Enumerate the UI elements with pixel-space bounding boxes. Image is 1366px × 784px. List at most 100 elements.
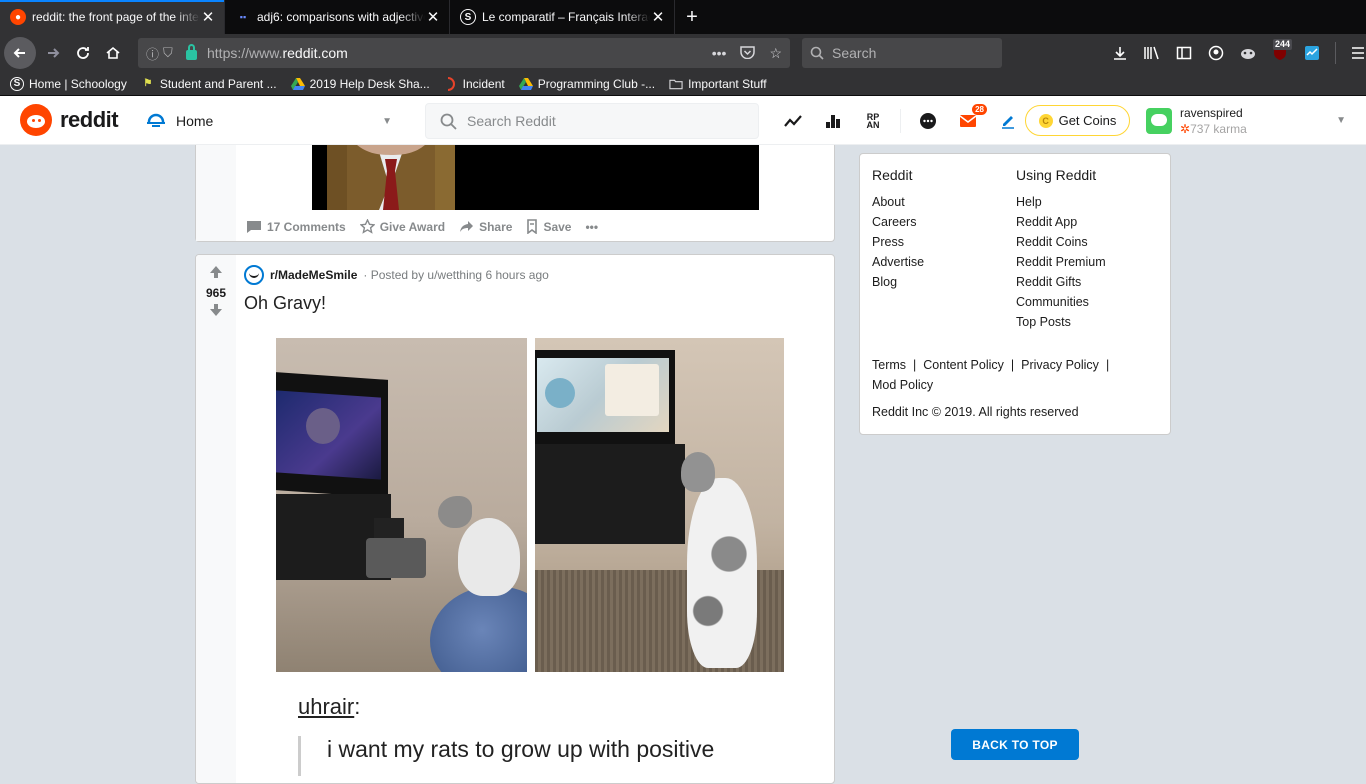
reload-icon (77, 47, 89, 59)
home-label: Home (176, 113, 214, 129)
browser-search-bar[interactable]: Search (802, 38, 1002, 68)
mail-badge: 28 (972, 104, 987, 115)
ublock-icon[interactable]: 244 (1264, 34, 1296, 72)
user-dropdown[interactable]: ravenspired ✲737 karma ▼ (1146, 104, 1346, 138)
rpan-icon[interactable]: RP AN (860, 108, 886, 134)
image-quote: i want my rats to grow up with positive (298, 736, 714, 776)
url-bar[interactable]: ⓘ ⛉ https://www.reddit.com ••• ☆ (138, 38, 790, 68)
link-top-posts[interactable]: Top Posts (1016, 312, 1106, 332)
link-reddit-premium[interactable]: Reddit Premium (1016, 252, 1106, 272)
download-icon[interactable] (1104, 34, 1136, 72)
tab-schoology[interactable]: S Le comparatif – Français Interactif ✕ (450, 0, 675, 34)
bookmark-student-parent[interactable]: ⚑ Student and Parent ... (141, 77, 276, 91)
hamburger-menu-icon[interactable] (1342, 34, 1366, 72)
link-reddit-app[interactable]: Reddit App (1016, 212, 1106, 232)
comments-button[interactable]: 17 Comments (244, 218, 348, 236)
browser-nav-bar: ⓘ ⛉ https://www.reddit.com ••• ☆ Search (0, 34, 1366, 72)
create-post-icon[interactable] (995, 108, 1021, 134)
pocket-icon[interactable] (740, 45, 756, 62)
post-card[interactable]: 965 r/MadeMeSmile · Posted by u/wetthing… (195, 254, 835, 784)
tab-title: reddit: the front page of the internet (32, 10, 200, 24)
search-icon (440, 113, 457, 130)
link-communities[interactable]: Communities (1016, 292, 1106, 312)
url-text[interactable]: https://www.reddit.com (207, 45, 348, 61)
col-heading: Using Reddit (1016, 167, 1097, 183)
post-title[interactable]: Oh Gravy! (244, 293, 326, 314)
game-box (366, 538, 426, 578)
link-blog[interactable]: Blog (872, 272, 924, 292)
page-actions-menu-icon[interactable]: ••• (712, 45, 727, 61)
link-reddit-coins[interactable]: Reddit Coins (1016, 232, 1106, 252)
link-content-policy[interactable]: Content Policy (923, 358, 1004, 372)
close-icon[interactable]: ✕ (200, 8, 216, 26)
post-media[interactable] (312, 145, 759, 210)
reload-button[interactable] (68, 38, 98, 68)
site-info-icon[interactable]: ⓘ ⛉ (146, 44, 182, 63)
page-actions: ••• ☆ (712, 45, 782, 62)
rat (687, 478, 757, 668)
bookmark-help-desk[interactable]: 2019 Help Desk Sha... (290, 77, 430, 91)
sidebar-icon[interactable] (1168, 34, 1200, 72)
subreddit-icon[interactable] (244, 265, 264, 285)
reddit-search-input[interactable]: Search Reddit (425, 103, 759, 139)
close-icon[interactable]: ✕ (650, 8, 666, 26)
link-mod-policy[interactable]: Mod Policy (872, 378, 933, 392)
extension-icon[interactable] (1232, 34, 1264, 72)
post-actions: 17 Comments Give Award Share Save ••• (244, 217, 600, 236)
tab-quizlet[interactable]: ▪▪ adj6: comparisons with adjectives ✕ (225, 0, 450, 34)
bookmark-label: Home | Schoology (29, 76, 127, 91)
downvote-icon[interactable] (209, 303, 223, 321)
forward-button[interactable] (38, 38, 68, 68)
bookmarks-bar: S Home | Schoology ⚑ Student and Parent … (0, 72, 1366, 96)
shield-icon[interactable]: ⛉ (163, 45, 173, 61)
library-icon[interactable] (1136, 34, 1168, 72)
link-careers[interactable]: Careers (872, 212, 924, 232)
reddit-logo[interactable]: reddit (20, 104, 119, 136)
bookmark-label: Incident (462, 76, 505, 91)
more-options-icon: ••• (585, 219, 599, 234)
flag-icon: ⚑ (143, 78, 153, 89)
link-terms[interactable]: Terms (872, 358, 906, 372)
extension-blue-icon[interactable] (1296, 34, 1328, 72)
subreddit-link[interactable]: r/MadeMeSmile (270, 268, 357, 282)
save-label: Save (543, 219, 572, 234)
link-help[interactable]: Help (1016, 192, 1106, 212)
drive-icon (290, 77, 305, 91)
link-privacy-policy[interactable]: Privacy Policy (1021, 358, 1099, 372)
star-icon[interactable]: ☆ (769, 45, 782, 62)
home-dropdown[interactable]: Home ▼ (146, 104, 396, 138)
vote-column: 965 (196, 255, 236, 783)
account-icon[interactable] (1200, 34, 1232, 72)
mail-icon[interactable]: 28 (955, 104, 987, 134)
post-image[interactable]: uhrair: i want my rats to grow up with p… (276, 338, 784, 783)
chevron-down-icon: ▼ (1336, 115, 1346, 126)
back-button[interactable] (4, 37, 36, 69)
get-coins-button[interactable]: C Get Coins (1025, 105, 1130, 136)
link-press[interactable]: Press (872, 232, 924, 252)
link-advertise[interactable]: Advertise (872, 252, 924, 272)
schoology-icon: S (460, 9, 476, 25)
back-to-top-button[interactable]: BACK TO TOP (951, 729, 1079, 760)
tab-reddit[interactable]: ● reddit: the front page of the internet… (0, 0, 225, 34)
more-options-button[interactable]: ••• (583, 218, 600, 236)
close-icon[interactable]: ✕ (425, 8, 441, 26)
bookmark-programming-club[interactable]: Programming Club -... (518, 77, 655, 91)
save-button[interactable]: Save (524, 217, 573, 236)
share-button[interactable]: Share (457, 218, 514, 236)
chat-icon[interactable] (915, 108, 941, 134)
search-placeholder: Search (832, 45, 877, 61)
new-tab-button[interactable]: + (675, 0, 709, 34)
bookmark-folder-important[interactable]: Important Stuff (669, 77, 767, 91)
link-reddit-gifts[interactable]: Reddit Gifts (1016, 272, 1106, 292)
link-about[interactable]: About (872, 192, 924, 212)
post-card[interactable]: 17 Comments Give Award Share Save ••• (195, 145, 835, 242)
popular-icon[interactable] (780, 108, 806, 134)
home-button[interactable] (98, 38, 128, 68)
all-icon[interactable] (820, 108, 846, 134)
posted-by: · Posted by u/wetthing 6 hours ago (363, 268, 549, 282)
bookmark-incident[interactable]: Incident (444, 77, 505, 91)
bookmark-schoology[interactable]: S Home | Schoology (10, 76, 127, 91)
upvote-icon[interactable] (209, 265, 223, 283)
ublock-badge: 244 (1272, 39, 1292, 50)
give-award-button[interactable]: Give Award (358, 217, 447, 236)
